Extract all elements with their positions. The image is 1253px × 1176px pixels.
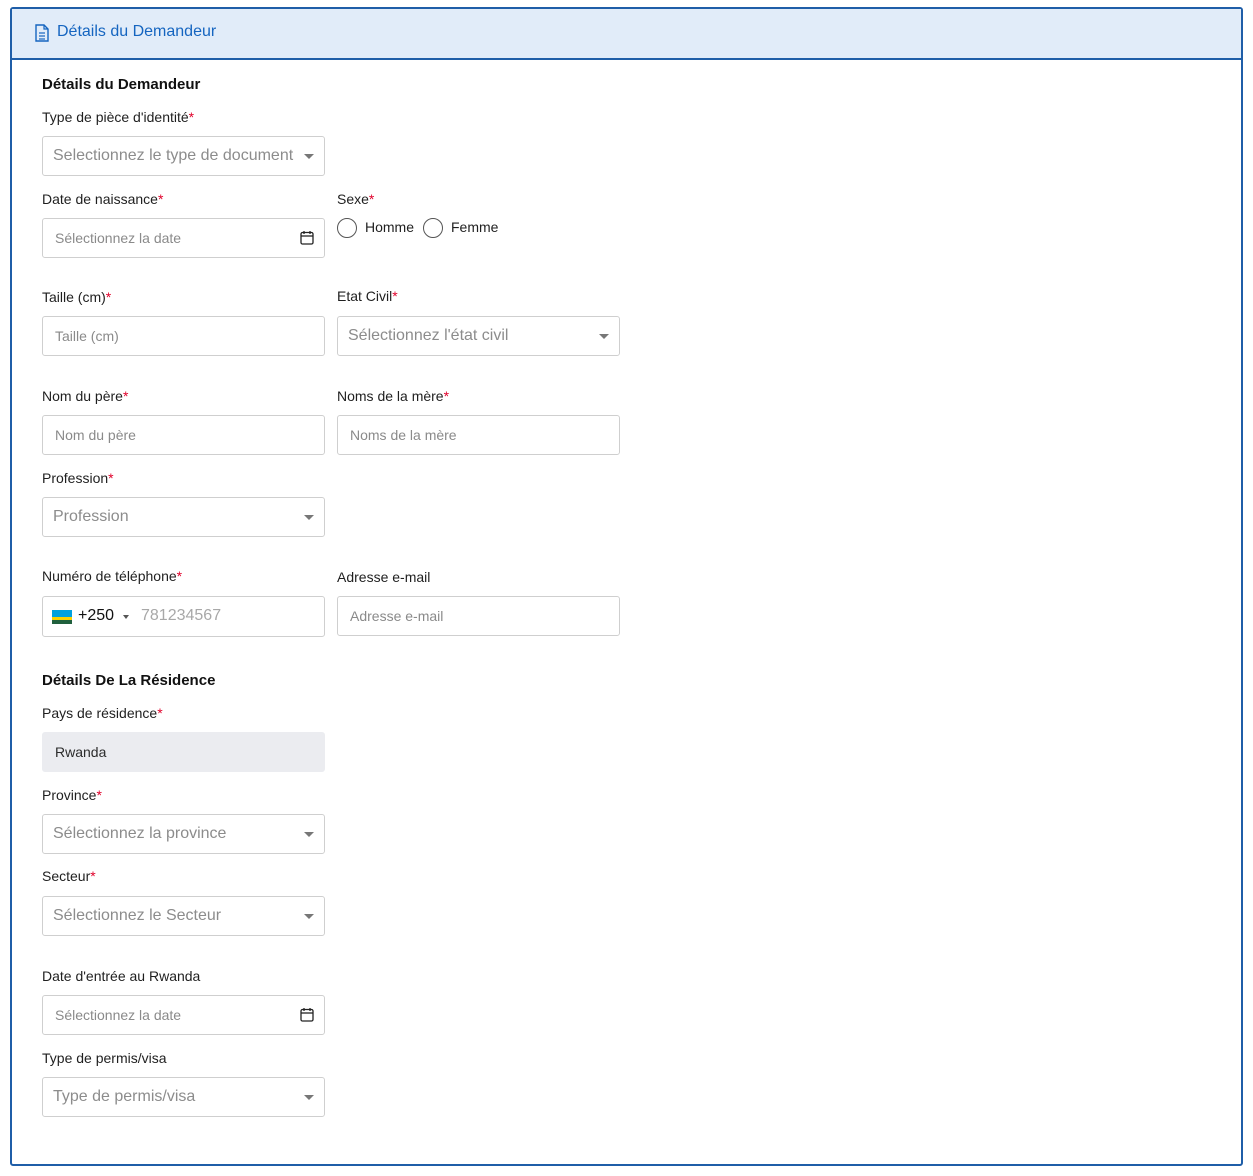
profession-label: Profession* [42,470,114,486]
calendar-icon [300,1008,314,1022]
province-label: Province* [42,787,102,803]
height-label: Taille (cm)* [42,289,112,305]
birth-date-picker[interactable]: Sélectionnez la date [42,218,325,258]
email-label: Adresse e-mail [337,569,431,585]
card-title: Détails du Demandeur [57,23,217,40]
country-label: Pays de résidence* [42,705,163,721]
father-name-label: Nom du père* [42,388,129,404]
chevron-down-icon [304,1095,314,1100]
province-select[interactable]: Sélectionnez la province [42,814,325,854]
height-placeholder: Taille (cm) [55,328,119,344]
email-input[interactable]: Adresse e-mail [337,596,620,636]
country-field: Rwanda [42,732,325,772]
section-title-applicant: Détails du Demandeur [42,76,201,93]
chevron-down-icon [304,832,314,837]
sector-placeholder: Sélectionnez le Secteur [53,907,222,924]
civil-status-placeholder: Sélectionnez l'état civil [348,327,509,344]
entry-date-placeholder: Sélectionnez la date [55,1007,182,1023]
radio-femme-label[interactable]: Femme [451,219,498,235]
phone-input[interactable]: +250 781234567 [42,596,325,637]
profession-placeholder: Profession [53,508,129,525]
sector-select[interactable]: Sélectionnez le Secteur [42,896,325,936]
id-type-label: Type de pièce d'identité* [42,109,195,125]
radio-homme[interactable] [337,218,357,238]
chevron-down-icon [304,515,314,520]
permit-type-select[interactable]: Type de permis/visa [42,1077,325,1117]
calendar-icon [300,231,314,245]
radio-homme-label[interactable]: Homme [365,219,414,235]
phone-label: Numéro de téléphone* [42,568,183,584]
card-header: Détails du Demandeur [12,9,1241,60]
chevron-down-icon [599,334,609,339]
sex-label: Sexe* [337,191,375,207]
birth-date-label: Date de naissance* [42,191,164,207]
country-value: Rwanda [55,744,107,760]
phone-placeholder: 781234567 [141,607,222,624]
document-icon [35,24,49,42]
id-type-placeholder: Selectionnez le type de document [53,147,294,164]
mother-names-label: Noms de la mère* [337,388,450,404]
applicant-details-card: Détails du Demandeur [10,7,1243,1166]
civil-status-label: Etat Civil* [337,288,398,304]
entry-date-picker[interactable]: Sélectionnez la date [42,995,325,1035]
height-input[interactable]: Taille (cm) [42,316,325,356]
entry-date-label: Date d'entrée au Rwanda [42,968,201,984]
radio-femme[interactable] [423,218,443,238]
permit-type-placeholder: Type de permis/visa [53,1088,196,1105]
father-name-placeholder: Nom du père [55,427,136,443]
profession-select[interactable]: Profession [42,497,325,537]
sector-label: Secteur* [42,868,96,884]
id-type-select[interactable]: Selectionnez le type de document [42,136,325,176]
section-title-residence: Détails De La Résidence [42,672,216,689]
chevron-down-icon [304,914,314,919]
father-name-input[interactable]: Nom du père [42,415,325,455]
birth-date-placeholder: Sélectionnez la date [55,230,182,246]
civil-status-select[interactable]: Sélectionnez l'état civil [337,316,620,356]
country-code-chevron-icon[interactable] [123,615,129,619]
chevron-down-icon [304,154,314,159]
email-placeholder: Adresse e-mail [350,608,444,624]
dial-code[interactable]: +250 [78,607,114,625]
province-placeholder: Sélectionnez la province [53,825,227,842]
rwanda-flag-icon[interactable] [52,610,72,624]
permit-type-label: Type de permis/visa [42,1050,167,1066]
mother-names-placeholder: Noms de la mère [350,427,457,443]
mother-names-input[interactable]: Noms de la mère [337,415,620,455]
